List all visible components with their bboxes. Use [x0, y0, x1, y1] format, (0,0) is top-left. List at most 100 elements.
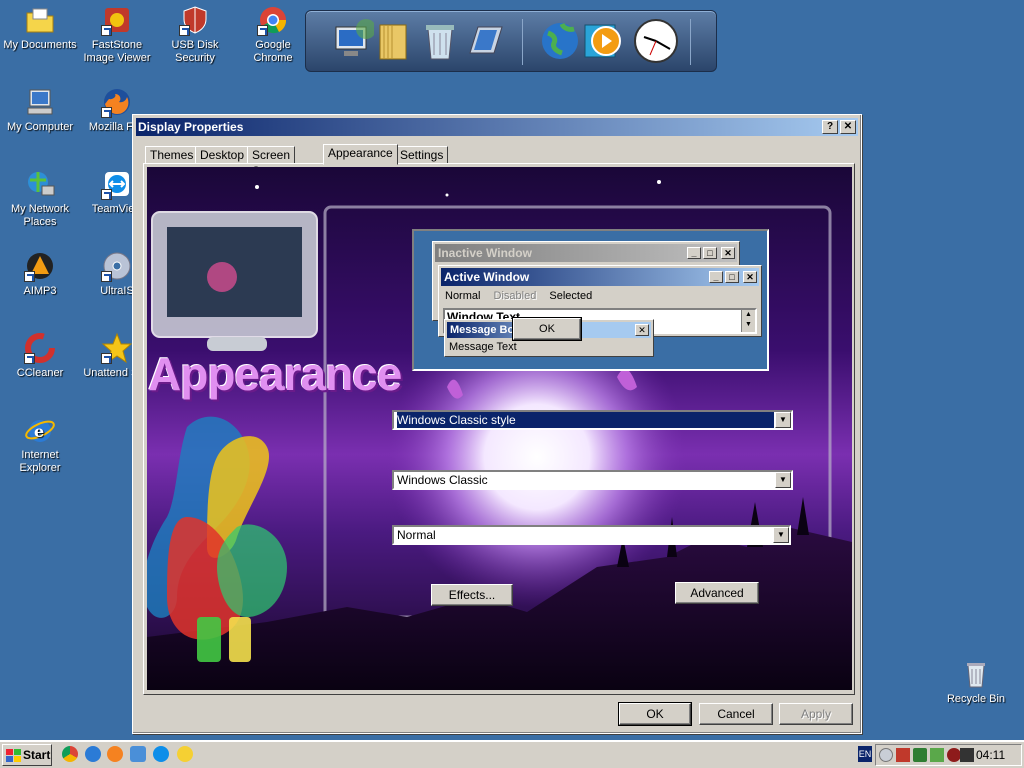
taskbar: Start EN 04:11 [0, 740, 1024, 768]
faststone-icon [101, 4, 133, 36]
tab-desktop[interactable]: Desktop [195, 146, 250, 164]
tray-monitor-icon[interactable] [960, 748, 974, 762]
appearance-banner-text: Appearance [148, 348, 402, 400]
dock-bar [305, 10, 717, 72]
appearance-tab-panel: Appearance Inactive Window _ □ ✕ Active … [143, 163, 855, 695]
dock-item-display[interactable] [464, 17, 508, 65]
close-icon: ✕ [743, 271, 757, 283]
desktop-icon-aimp3[interactable]: AIMP3 [2, 250, 78, 298]
desktop-icon-ccleaner[interactable]: CCleaner [2, 332, 78, 380]
window-title: Display Properties [138, 120, 244, 134]
help-button[interactable]: ? [822, 120, 838, 134]
dock-separator [690, 19, 691, 65]
preview-message-text: Message Text [449, 341, 517, 353]
display-properties-window: Display Properties ? ✕ Themes Desktop Sc… [132, 114, 862, 734]
close-icon: ✕ [721, 247, 735, 259]
teamviewer-icon [101, 168, 133, 200]
desktop-icon-usb-disk-security[interactable]: USB Disk Security [157, 4, 233, 65]
shield-icon [179, 4, 211, 36]
preview-active-title: Active Window _ □ ✕ [441, 268, 759, 286]
system-tray: 04:11 [875, 744, 1022, 766]
desktop-icon-my-network-places[interactable]: My Network Places [2, 168, 78, 229]
tray-security-icon[interactable] [947, 748, 961, 762]
disc-icon [101, 250, 133, 282]
folder-icon [379, 24, 407, 60]
start-button[interactable]: Start [2, 744, 52, 766]
desktop-icon-recycle-bin[interactable]: Recycle Bin [938, 658, 1014, 706]
appearance-preview: Inactive Window _ □ ✕ Active Window _ □ … [412, 229, 769, 371]
dock-item-documents[interactable] [372, 17, 416, 65]
aimp-icon [24, 250, 56, 282]
desktop-icon-google-chrome[interactable]: Google Chrome [235, 4, 311, 65]
color-scheme-select[interactable]: Windows Classic ▼ [392, 470, 793, 490]
title-bar[interactable]: Display Properties ? ✕ [136, 118, 858, 136]
ccleaner-icon [24, 332, 56, 364]
quicklaunch-chrome-icon[interactable] [62, 746, 78, 762]
preview-message-box: Message Box ✕ Message Text OK [444, 317, 654, 357]
tab-screen-saver[interactable]: Screen Saver [247, 146, 296, 178]
desktop-icon-my-computer[interactable]: My Computer [2, 86, 78, 134]
quicklaunch-teamviewer-icon[interactable] [153, 746, 169, 762]
dock-item-my-computer[interactable] [330, 17, 376, 65]
firefox-icon [101, 86, 133, 118]
tray-antivirus-icon[interactable] [913, 748, 927, 762]
minimize-icon: _ [687, 247, 701, 259]
close-icon: ✕ [635, 324, 649, 336]
desktop-icon-internet-explorer[interactable]: e Internet Explorer [2, 414, 78, 475]
close-button[interactable]: ✕ [840, 120, 856, 134]
network-icon [24, 168, 56, 200]
cancel-button[interactable]: Cancel [699, 703, 773, 725]
star-icon [101, 332, 133, 364]
chrome-icon [257, 4, 289, 36]
computer-icon [24, 86, 56, 118]
windows-and-buttons-select[interactable]: Windows Classic style ▼ [392, 410, 793, 430]
minimize-icon: _ [709, 271, 723, 283]
ok-button[interactable]: OK [618, 702, 692, 726]
dock-separator [522, 19, 523, 65]
dock-item-media-player[interactable] [582, 17, 626, 65]
font-size-select[interactable]: Normal ▼ [392, 525, 791, 545]
my-computer-icon [335, 19, 376, 56]
recycle-bin-icon [426, 25, 454, 60]
quicklaunch-ie-icon[interactable] [85, 746, 101, 762]
tray-network-icon[interactable] [930, 748, 944, 762]
desktop-icon-my-documents[interactable]: My Documents [2, 4, 78, 52]
maximize-icon: □ [725, 271, 739, 283]
media-player-icon [584, 24, 621, 58]
chevron-down-icon: ▼ [775, 412, 791, 428]
recycle-bin-icon [960, 658, 992, 690]
chevron-down-icon: ▼ [775, 472, 791, 488]
quicklaunch-firefox-icon[interactable] [107, 746, 123, 762]
apply-button[interactable]: Apply [779, 703, 853, 725]
preview-menu-selected: Selected [549, 290, 593, 302]
tray-shield-icon[interactable] [896, 748, 910, 762]
dock-item-recycle-bin[interactable] [418, 17, 462, 65]
windows-logo-icon [6, 749, 21, 762]
tray-speaker-icon[interactable] [879, 748, 893, 762]
desktop-icon-faststone[interactable]: FastStone Image Viewer [79, 4, 155, 65]
preview-menu-bar: Normal Disabled Selected [445, 290, 592, 302]
internet-explorer-icon: e [24, 414, 56, 446]
preview-inactive-title: Inactive Window _ □ ✕ [435, 244, 737, 262]
svg-text:e: e [34, 422, 44, 441]
dock-item-clock[interactable] [632, 17, 678, 65]
maximize-icon: □ [703, 247, 717, 259]
effects-button[interactable]: Effects... [431, 584, 513, 606]
preview-menu-normal: Normal [445, 290, 481, 302]
quicklaunch-app-icon[interactable] [130, 746, 146, 762]
tab-settings[interactable]: Settings [395, 146, 449, 164]
preview-menu-disabled: Disabled [493, 290, 537, 302]
advanced-button[interactable]: Advanced [675, 582, 759, 604]
clock[interactable]: 04:11 [976, 748, 1005, 762]
chevron-down-icon: ▼ [773, 527, 789, 543]
display-settings-icon [469, 26, 503, 54]
clock-icon [634, 19, 678, 63]
tab-appearance[interactable]: Appearance [323, 144, 398, 165]
preview-ok-button: OK [512, 317, 582, 341]
tab-themes[interactable]: Themes [145, 146, 199, 164]
dock-item-browser[interactable] [538, 17, 582, 65]
themed-background-panel: Appearance Inactive Window _ □ ✕ Active … [147, 167, 852, 690]
quicklaunch-smiley-icon[interactable] [177, 746, 193, 762]
preview-scrollbar: ▲ ▼ [741, 310, 755, 332]
language-indicator[interactable]: EN [858, 746, 872, 762]
